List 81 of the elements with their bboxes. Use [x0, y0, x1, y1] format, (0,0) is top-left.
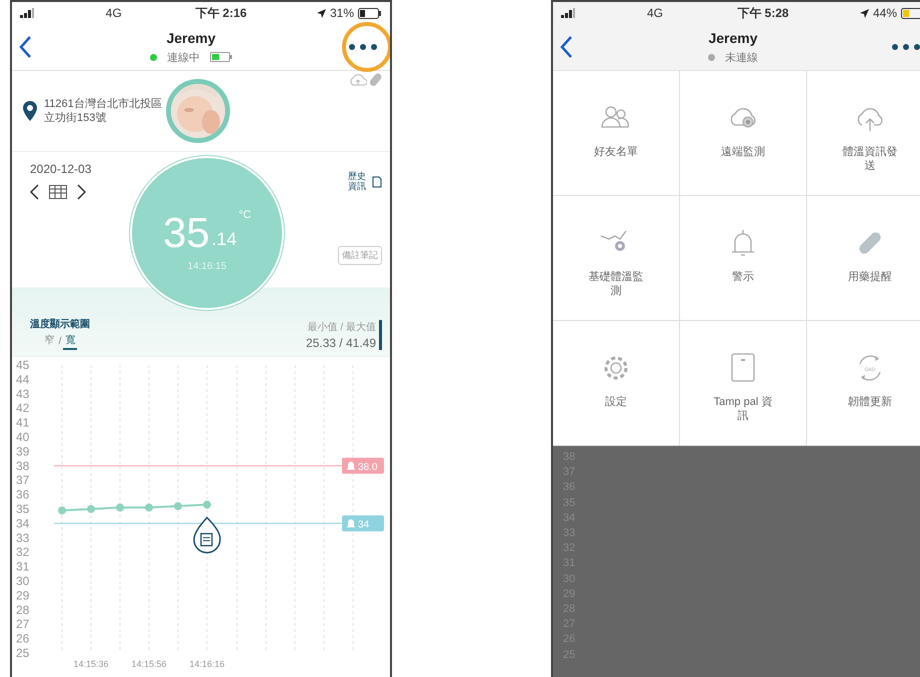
history-label[interactable]: 歷史資訊 — [348, 172, 368, 192]
battery-icon — [210, 52, 232, 62]
temperature-value: 35 — [162, 208, 210, 256]
min-max-label: 最小值 / 最大值 — [308, 320, 376, 334]
axis-label: 37 — [16, 473, 30, 488]
axis-label: 28 — [16, 602, 30, 617]
axis-label: 40 — [16, 430, 30, 444]
network-label: 4G — [646, 6, 664, 20]
reading-time: 14:16:15 — [188, 260, 226, 272]
signal-icon — [20, 8, 36, 18]
network-label: 4G — [104, 6, 123, 20]
chevron-right-icon[interactable] — [77, 184, 86, 200]
axis-label: 27 — [16, 617, 30, 632]
menu-tile[interactable]: 基礎體溫監測 — [553, 196, 680, 321]
data-point — [203, 500, 211, 509]
address-text: 11261台灣台北市北投區立功街153號 — [44, 96, 163, 126]
location-arrow-icon — [860, 8, 869, 18]
menu-tile[interactable]: Tamp pal 資訊 — [680, 321, 807, 446]
note-marker-icon[interactable] — [193, 516, 221, 554]
device-name: Jeremy — [166, 30, 216, 46]
axis-label: 36 — [16, 488, 30, 502]
axis-label: 45 — [16, 358, 30, 372]
axis-label: 38 — [16, 458, 30, 473]
chevron-left-icon[interactable] — [30, 184, 39, 200]
battery-percent: 31% — [330, 6, 354, 20]
axis-label: 29 — [16, 588, 30, 602]
document-icon[interactable] — [372, 176, 382, 188]
battery-icon — [901, 8, 920, 18]
location-arrow-icon — [316, 8, 326, 18]
data-point — [145, 504, 153, 512]
axis-label: 44 — [16, 372, 30, 386]
range-label: 溫度顯示範圍 — [30, 317, 90, 331]
axis-label: 26 — [16, 632, 30, 646]
axis-label: 33 — [16, 530, 30, 545]
more-icon[interactable] — [348, 43, 378, 51]
calendar-icon[interactable] — [49, 185, 67, 199]
menu-tile[interactable]: 警示 — [680, 196, 807, 321]
connection-status: 未連線 — [725, 50, 758, 64]
alarm-tag: 38.0 — [342, 458, 384, 474]
location-pin-icon — [22, 100, 38, 122]
clock-time: 下午 2:16 — [194, 4, 248, 22]
data-point — [58, 506, 66, 514]
axis-label: 14:16:16 — [189, 659, 225, 669]
connection-status: 連線中 — [167, 50, 200, 64]
data-point — [174, 502, 182, 510]
axis-label: 35 — [16, 502, 30, 516]
back-icon[interactable] — [18, 35, 32, 59]
note-button[interactable]: 備註筆記 — [338, 246, 382, 266]
temperature-decimal: .14 — [212, 228, 237, 250]
menu-tile[interactable]: 遠端監測 — [680, 71, 807, 196]
axis-label: 32 — [16, 545, 30, 560]
data-point — [116, 504, 124, 512]
axis-label: 41 — [16, 416, 30, 430]
ref-line-label: 34 — [358, 519, 370, 530]
axis-label: 30 — [16, 574, 30, 588]
range-option[interactable]: 窄 — [42, 333, 57, 350]
device-name: Jeremy — [708, 30, 758, 46]
more-icon[interactable] — [891, 43, 920, 51]
clock-time: 下午 5:28 — [736, 4, 790, 22]
signal-icon — [561, 8, 577, 18]
menu-tile[interactable]: 好友名單 — [553, 71, 680, 196]
back-icon[interactable] — [559, 35, 573, 59]
menu-tile[interactable]: 設定 — [553, 321, 680, 446]
axis-label: 25 — [16, 646, 30, 660]
range-option[interactable]: 寬 — [63, 333, 78, 350]
axis-label: 43 — [16, 386, 30, 401]
ref-line-label: 38.0 — [358, 462, 378, 473]
alarm-tag: 34 — [342, 515, 384, 532]
axis-label: 14:15:36 — [73, 659, 109, 669]
axis-label: 42 — [16, 401, 30, 416]
unit-label: °C — [238, 208, 252, 220]
axis-label: 31 — [16, 560, 30, 574]
data-point — [87, 505, 95, 513]
axis-label: 39 — [16, 444, 30, 458]
axis-label: 34 — [16, 516, 30, 530]
axis-label: 14:15:56 — [131, 659, 167, 669]
min-max-value: 25.33 / 41.49 — [306, 336, 376, 350]
date-label: 2020-12-03 — [30, 162, 92, 176]
battery-icon — [358, 8, 382, 18]
battery-percent: 44% — [872, 6, 897, 20]
separator: / — [58, 336, 62, 347]
